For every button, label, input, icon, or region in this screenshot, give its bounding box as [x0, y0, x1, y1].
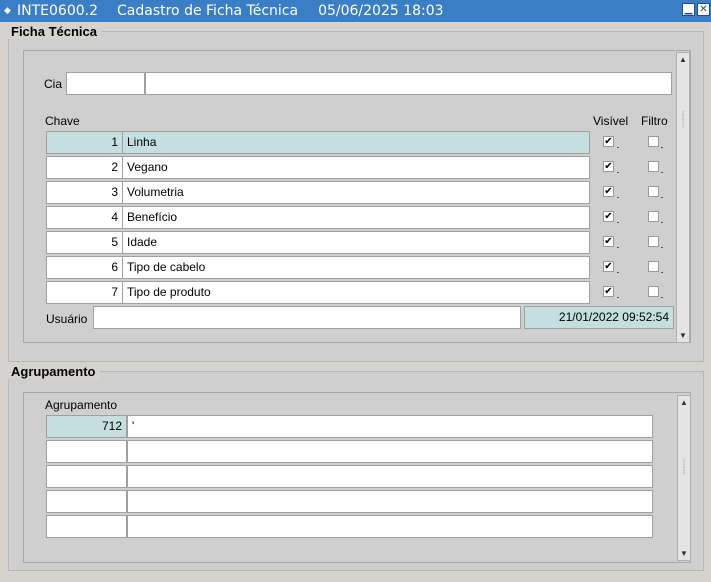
agrup-desc-field[interactable] — [127, 515, 653, 538]
visivel-dot — [617, 247, 619, 248]
visivel-dot — [617, 197, 619, 198]
checkmark-icon: ✔ — [604, 186, 613, 197]
filtro-checkbox[interactable] — [648, 286, 659, 297]
agrup-desc-field[interactable] — [127, 440, 653, 463]
triangle-up-icon[interactable]: ▲ — [677, 54, 689, 66]
chave-desc-field[interactable]: Vegano — [122, 156, 590, 179]
ficha-scrollbar[interactable]: ▲ ⁝ ⁝ ⁝ ⁝ ▼ — [676, 52, 690, 343]
chave-desc-field[interactable]: Idade — [122, 231, 590, 254]
filtro-dot — [661, 222, 663, 223]
chave-num-field[interactable]: 4 — [46, 206, 123, 229]
agrup-desc-field[interactable]: ' — [127, 415, 653, 438]
chave-desc-field[interactable]: Linha — [122, 131, 590, 154]
filtro-dot — [661, 197, 663, 198]
window-titlebar: ◆ INTE0600.2 Cadastro de Ficha Técnica 0… — [0, 0, 711, 22]
filtro-checkbox[interactable] — [648, 161, 659, 172]
filtro-checkbox[interactable] — [648, 211, 659, 222]
filtro-dot — [661, 172, 663, 173]
chave-desc-field[interactable]: Tipo de cabelo — [122, 256, 590, 279]
visivel-dot — [617, 297, 619, 298]
filtro-checkbox[interactable] — [648, 186, 659, 197]
chave-num-field[interactable]: 5 — [46, 231, 123, 254]
filtro-checkbox[interactable] — [648, 261, 659, 272]
filtro-checkbox[interactable] — [648, 236, 659, 247]
form-title: Cadastro de Ficha Técnica — [117, 3, 299, 19]
form-datetime: 05/06/2025 18:03 — [318, 3, 444, 19]
checkmark-icon: ✔ — [604, 236, 613, 247]
triangle-up-icon[interactable]: ▲ — [678, 397, 690, 409]
agrup-code-field[interactable] — [46, 515, 127, 538]
ficha-tecnica-label: Ficha Técnica — [7, 24, 101, 39]
visivel-checkbox[interactable]: ✔ — [603, 286, 614, 297]
visivel-dot — [617, 272, 619, 273]
cia-code-field[interactable] — [66, 72, 145, 95]
chave-header: Chave — [45, 114, 80, 128]
filtro-dot — [661, 272, 663, 273]
visivel-checkbox[interactable]: ✔ — [603, 161, 614, 172]
triangle-down-icon[interactable]: ▼ — [678, 548, 690, 560]
chave-desc-field[interactable]: Volumetria — [122, 181, 590, 204]
visivel-checkbox[interactable]: ✔ — [603, 211, 614, 222]
filtro-header: Filtro — [641, 114, 668, 128]
agrup-code-field[interactable] — [46, 465, 127, 488]
visivel-checkbox[interactable]: ✔ — [603, 236, 614, 247]
chave-desc-field[interactable]: Benefício — [122, 206, 590, 229]
chave-num-field[interactable]: 3 — [46, 181, 123, 204]
cia-name-field[interactable] — [145, 72, 672, 95]
checkmark-icon: ✔ — [604, 136, 613, 147]
checkmark-icon: ✔ — [604, 261, 613, 272]
agrup-desc-field[interactable] — [127, 465, 653, 488]
agrup-desc-field[interactable] — [127, 490, 653, 513]
chave-desc-field[interactable]: Tipo de produto — [122, 281, 590, 304]
visivel-dot — [617, 147, 619, 148]
visivel-dot — [617, 222, 619, 223]
filtro-dot — [661, 247, 663, 248]
grip-dots-icon: ⁝ ⁝ ⁝ ⁝ — [682, 458, 686, 477]
grip-dots-icon: ⁝ ⁝ ⁝ ⁝ — [681, 111, 685, 130]
checkmark-icon: ✔ — [604, 286, 613, 297]
visivel-checkbox[interactable]: ✔ — [603, 136, 614, 147]
form-id: INTE0600.2 — [17, 3, 98, 19]
agrupamento-col-header: Agrupamento — [45, 398, 118, 412]
checkmark-icon: ✔ — [604, 211, 613, 222]
agrupamento-scrollbar[interactable]: ▲ ⁝ ⁝ ⁝ ⁝ ▼ — [677, 395, 691, 561]
visivel-header: Visível — [593, 114, 629, 128]
checkmark-icon: ✔ — [604, 161, 613, 172]
close-button[interactable]: ✕ — [697, 3, 710, 16]
cia-label: Cia — [44, 77, 63, 91]
chave-num-field[interactable]: 2 — [46, 156, 123, 179]
form-icon[interactable]: ◆ — [4, 6, 14, 16]
filtro-dot — [661, 297, 663, 298]
visivel-checkbox[interactable]: ✔ — [603, 186, 614, 197]
minimize-icon: ▁ — [684, 4, 693, 15]
agrupamento-label: Agrupamento — [7, 364, 100, 379]
usuario-label: Usuário — [46, 312, 88, 326]
chave-num-field[interactable]: 6 — [46, 256, 123, 279]
close-icon: ✕ — [699, 4, 708, 15]
visivel-dot — [617, 172, 619, 173]
usuario-field[interactable] — [93, 306, 521, 329]
visivel-checkbox[interactable]: ✔ — [603, 261, 614, 272]
agrup-code-field[interactable] — [46, 440, 127, 463]
triangle-down-icon[interactable]: ▼ — [677, 330, 689, 342]
chave-num-field[interactable]: 1 — [46, 131, 123, 154]
agrup-code-field[interactable] — [46, 490, 127, 513]
chave-num-field[interactable]: 7 — [46, 281, 123, 304]
agrup-code-field[interactable]: 712 — [46, 415, 127, 438]
usuario-date-field[interactable]: 21/01/2022 09:52:54 — [524, 306, 674, 329]
minimize-button[interactable]: ▁ — [682, 3, 695, 16]
filtro-checkbox[interactable] — [648, 136, 659, 147]
filtro-dot — [661, 147, 663, 148]
